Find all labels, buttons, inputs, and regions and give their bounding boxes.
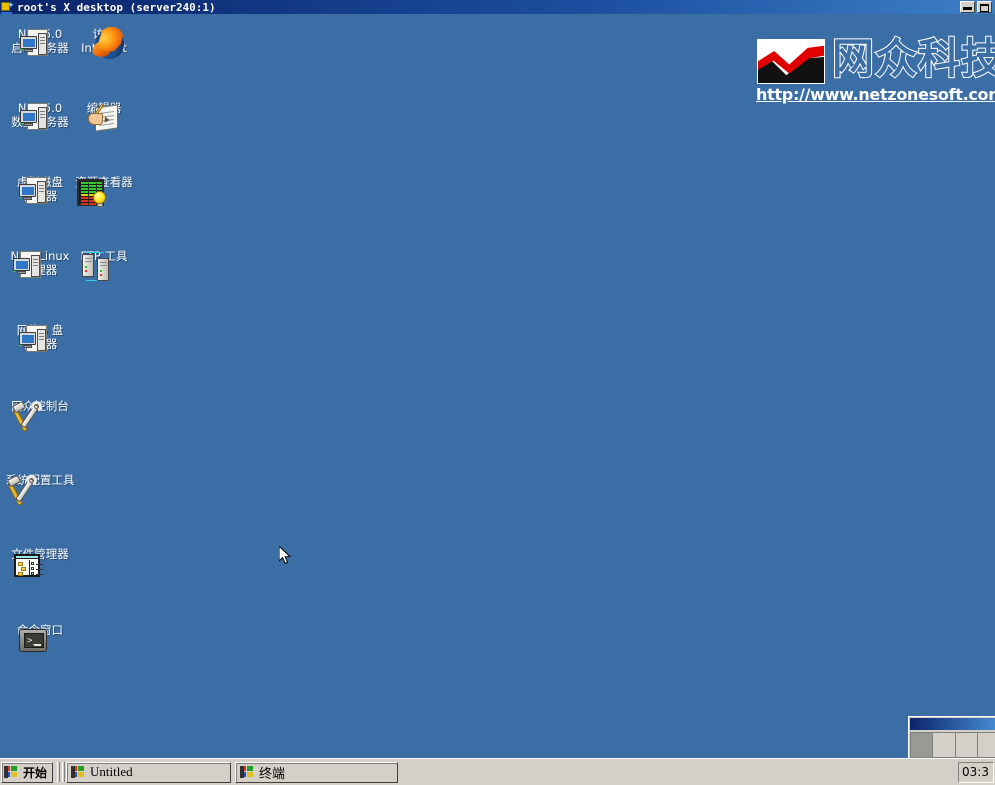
brand-logo: 网众科技 http://www.netzonesoft.com: [750, 28, 995, 116]
desktop-icon-system-config-tool[interactable]: 系统配置工具: [4, 473, 76, 506]
minimize-button[interactable]: [960, 1, 975, 13]
pager-desktop-3[interactable]: [956, 733, 978, 757]
pager-titlebar[interactable]: [910, 718, 995, 730]
window-title: root's X desktop (server240:1): [17, 0, 216, 14]
pager-desktop-1[interactable]: [911, 733, 934, 757]
pager-desktop-4[interactable]: [978, 733, 995, 757]
netzone-mark-icon: [757, 39, 825, 84]
taskbar-button-label: 终端: [259, 765, 286, 781]
start-button-label: 开始: [23, 765, 48, 780]
desktop-icon-nxp-start-server[interactable]: NxP 5.0 启动服务器: [4, 28, 76, 56]
x-desktop-icon: ✦: [1, 1, 15, 14]
x-desktop-screen: ✦ root's X desktop (server240:1) NxP 5.0…: [0, 0, 995, 785]
start-button[interactable]: 开始: [1, 761, 54, 783]
desktop-icon-ftp-tool[interactable]: FTP 工具: [68, 250, 140, 281]
desktop-icon-file-manager[interactable]: 文件管理器: [4, 548, 76, 577]
desktop-icon-nxp-data-server[interactable]: NxP 5.0 数据服务器: [4, 102, 76, 130]
taskbar-button-terminal[interactable]: 终端: [235, 761, 399, 783]
windows-flag-icon: [4, 765, 19, 779]
taskbar-grip-2[interactable]: [62, 762, 66, 782]
desktop-icon-netzone-console[interactable]: 网众控制台: [4, 399, 76, 432]
maximize-button[interactable]: [977, 1, 992, 13]
pager-desktop-2[interactable]: [933, 733, 956, 757]
windows-flag-icon: [71, 765, 86, 779]
arrow-cursor: [279, 546, 291, 565]
desktop-area[interactable]: NxP 5.0 启动服务器 访问 Internet NxP 5.0 数据服务器: [0, 14, 995, 758]
taskbar-button-label: Untitled: [90, 764, 133, 779]
clock[interactable]: 03:3: [962, 765, 989, 779]
desktop-icon-virtual-disk-manager[interactable]: 虚拟磁盘 管理器: [4, 176, 76, 204]
desktop-icon-nxd-linux-manager[interactable]: NxD Linux 管理器: [4, 250, 76, 278]
pager-grid[interactable]: [910, 732, 995, 758]
desktop-icon-command-window[interactable]: >_ 命令窗口: [4, 624, 76, 652]
desktop-icon-visit-internet[interactable]: 访问 Internet: [68, 28, 140, 59]
desktop-icon-network-udisk-manager[interactable]: 网络U 盘 管理器: [4, 324, 76, 352]
taskbar[interactable]: 开始 Untitled 终端 03:3: [0, 758, 995, 785]
brand-company-name: 网众科技: [831, 34, 995, 84]
desktop-icon-editor[interactable]: 编辑器: [68, 102, 140, 132]
window-titlebar[interactable]: ✦ root's X desktop (server240:1): [0, 0, 995, 14]
taskbar-grip-1[interactable]: [57, 762, 61, 782]
window-controls: [960, 1, 994, 13]
desktop-icon-resource-viewer[interactable]: 资源查看器: [68, 176, 140, 207]
brand-website-link[interactable]: http://www.netzonesoft.com: [756, 86, 995, 104]
desktop-pager-panel[interactable]: [908, 716, 995, 758]
system-tray[interactable]: 03:3: [958, 761, 994, 783]
taskbar-button-untitled[interactable]: Untitled: [66, 761, 232, 783]
windows-flag-icon: [240, 765, 255, 779]
